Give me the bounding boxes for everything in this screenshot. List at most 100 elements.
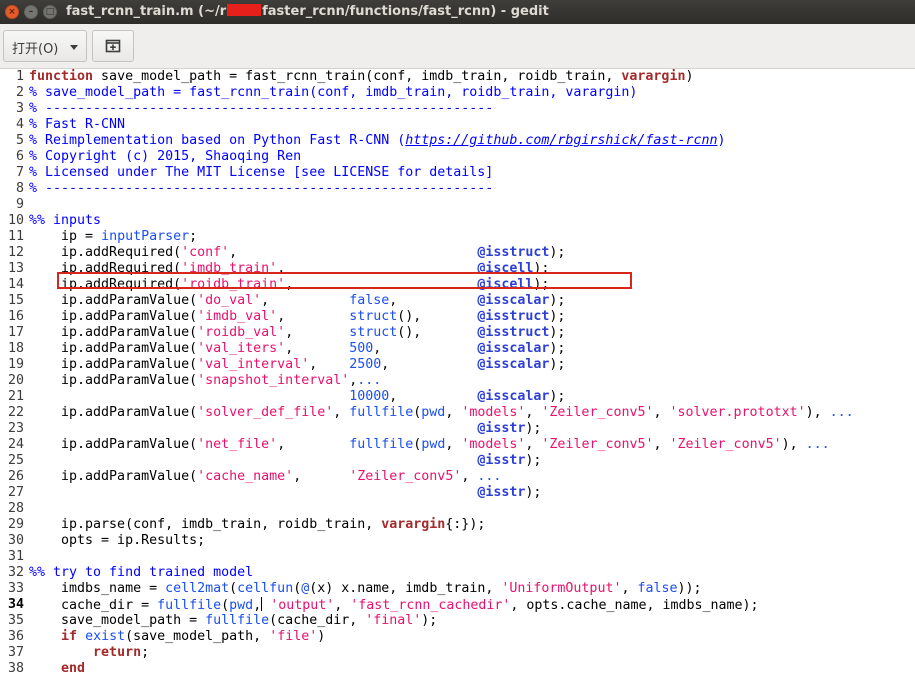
code-text[interactable]: cache_dir = fullfile(pwd, 'output', 'fas… <box>29 597 759 614</box>
code-line[interactable]: 32 %% try to find trained model <box>0 565 915 581</box>
code-text[interactable]: end <box>29 661 85 677</box>
code-line[interactable]: 33 imdbs_name = cell2mat(cellfun(@(x) x.… <box>0 581 915 597</box>
line-number: 27 <box>7 485 24 500</box>
code-text[interactable]: ip.addParamValue('snapshot_interval',... <box>29 373 381 389</box>
code-text[interactable]: opts = ip.Results; <box>29 533 205 549</box>
code-text[interactable]: @isstr); <box>29 421 541 437</box>
line-number: 30 <box>7 533 24 548</box>
code-line[interactable]: 22 ip.addParamValue('solver_def_file', f… <box>0 405 915 421</box>
chevron-down-icon[interactable] <box>70 45 78 50</box>
code-line[interactable]: 7 % Licensed under The MIT License [see L… <box>0 165 915 181</box>
code-line[interactable]: 4 % Fast R-CNN <box>0 117 915 133</box>
code-line[interactable]: 16 ip.addParamValue('imdb_val', struct()… <box>0 309 915 325</box>
code-text[interactable]: imdbs_name = cell2mat(cellfun(@(x) x.nam… <box>29 581 702 597</box>
code-text[interactable]: %% try to find trained model <box>29 565 253 581</box>
code-line[interactable]: 9 <box>0 197 915 213</box>
code-line[interactable]: 2 % save_model_path = fast_rcnn_train(con… <box>0 85 915 101</box>
line-number: 26 <box>7 469 24 484</box>
code-line[interactable]: 31 <box>0 549 915 565</box>
code-line[interactable]: 6 % Copyright (c) 2015, Shaoqing Ren <box>0 149 915 165</box>
code-text[interactable]: ip = inputParser; <box>29 229 197 245</box>
open-file-label: 打开(O) <box>12 42 59 57</box>
code-text[interactable]: ip.addRequired('conf', @isstruct); <box>29 245 565 261</box>
line-number: 4 <box>15 117 24 132</box>
code-line[interactable]: 18 ip.addParamValue('val_iters', 500, @i… <box>0 341 915 357</box>
code-text[interactable]: return; <box>29 645 149 661</box>
line-number: 8 <box>15 181 24 196</box>
line-number: 14 <box>7 277 24 292</box>
line-number: 5 <box>15 133 24 148</box>
code-text[interactable]: if exist(save_model_path, 'file') <box>29 629 325 645</box>
code-text[interactable]: ip.addParamValue('solver_def_file', full… <box>29 405 854 421</box>
code-text[interactable]: @isstr); <box>29 453 541 469</box>
code-line[interactable]: 26 ip.addParamValue('cache_name', 'Zeile… <box>0 469 915 485</box>
code-line[interactable]: 15 ip.addParamValue('do_val', false, @is… <box>0 293 915 309</box>
code-text[interactable]: @isstr); <box>29 485 541 501</box>
close-window-button[interactable]: × <box>5 5 19 19</box>
code-line[interactable]: 3 % -------------------------------------… <box>0 101 915 117</box>
code-line[interactable]: 20 ip.addParamValue('snapshot_interval',… <box>0 373 915 389</box>
line-number: 22 <box>7 405 24 420</box>
code-text[interactable]: % Reimplementation based on Python Fast … <box>29 133 726 149</box>
title-bar: × – □ fast_rcnn_train.m (~/r faster_rcnn/… <box>0 0 915 24</box>
code-line[interactable]: 34 cache_dir = fullfile(pwd, 'output', '… <box>0 597 915 613</box>
line-number: 17 <box>7 325 24 340</box>
code-line[interactable]: 21 10000, @isscalar); <box>0 389 915 405</box>
code-line[interactable]: 27 @isstr); <box>0 485 915 501</box>
code-text[interactable]: % Fast R-CNN <box>29 117 125 133</box>
code-line[interactable]: 11 ip = inputParser; <box>0 229 915 245</box>
code-text[interactable]: % --------------------------------------… <box>29 181 493 197</box>
code-text[interactable]: ip.addParamValue('val_iters', 500, @issc… <box>29 341 565 357</box>
code-line[interactable]: 38 end <box>0 661 915 677</box>
minimize-window-button[interactable]: – <box>24 5 38 19</box>
url-link[interactable]: https://github.com/rbgirshick/fast-rcnn <box>405 133 717 148</box>
text-cursor <box>261 597 263 611</box>
code-line[interactable]: 25 @isstr); <box>0 453 915 469</box>
line-number: 25 <box>7 453 24 468</box>
line-number: 9 <box>15 197 24 212</box>
code-text[interactable]: % Copyright (c) 2015, Shaoqing Ren <box>29 149 301 165</box>
code-text[interactable]: function save_model_path = fast_rcnn_tra… <box>29 69 693 85</box>
code-text[interactable]: ip.addParamValue('net_file', fullfile(pw… <box>29 437 830 453</box>
code-line[interactable]: 36 if exist(save_model_path, 'file') <box>0 629 915 645</box>
line-number: 32 <box>7 565 24 580</box>
code-text[interactable]: ip.addParamValue('do_val', false, @issca… <box>29 293 565 309</box>
code-text[interactable]: ip.addParamValue('roidb_val', struct(), … <box>29 325 565 341</box>
maximize-window-button[interactable]: □ <box>43 5 57 19</box>
line-number: 15 <box>7 293 24 308</box>
code-line[interactable]: 10 %% inputs <box>0 213 915 229</box>
code-line[interactable]: 23 @isstr); <box>0 421 915 437</box>
code-line[interactable]: 19 ip.addParamValue('val_interval', 2500… <box>0 357 915 373</box>
code-text[interactable]: save_model_path = fullfile(cache_dir, 'f… <box>29 613 437 629</box>
line-number: 6 <box>15 149 24 164</box>
code-text[interactable]: ip.parse(conf, imdb_train, roidb_train, … <box>29 517 485 533</box>
code-line[interactable]: 29 ip.parse(conf, imdb_train, roidb_trai… <box>0 517 915 533</box>
code-line[interactable]: 37 return; <box>0 645 915 661</box>
code-line[interactable]: 35 save_model_path = fullfile(cache_dir,… <box>0 613 915 629</box>
line-number: 3 <box>15 101 24 116</box>
line-number: 1 <box>15 69 24 84</box>
code-text[interactable]: ip.addParamValue('cache_name', 'Zeiler_c… <box>29 469 501 485</box>
code-text[interactable]: %% inputs <box>29 213 101 229</box>
line-number: 37 <box>7 645 24 660</box>
code-line[interactable]: 8 % -------------------------------------… <box>0 181 915 197</box>
code-editor[interactable]: 1 function save_model_path = fast_rcnn_tr… <box>0 69 915 678</box>
code-text[interactable]: % Licensed under The MIT License [see LI… <box>29 165 493 181</box>
line-number: 38 <box>7 661 24 676</box>
code-text[interactable]: ip.addParamValue('val_interval', 2500, @… <box>29 357 565 373</box>
line-number: 36 <box>7 629 24 644</box>
code-line[interactable]: 24 ip.addParamValue('net_file', fullfile… <box>0 437 915 453</box>
code-line[interactable]: 5 % Reimplementation based on Python Fast… <box>0 133 915 149</box>
code-line[interactable]: 12 ip.addRequired('conf', @isstruct); <box>0 245 915 261</box>
code-text[interactable]: % --------------------------------------… <box>29 101 493 117</box>
open-file-button[interactable]: 打开(O) <box>3 30 87 62</box>
new-document-button[interactable] <box>92 30 134 62</box>
line-number: 31 <box>7 549 24 564</box>
code-line[interactable]: 1 function save_model_path = fast_rcnn_tr… <box>0 69 915 85</box>
code-line[interactable]: 17 ip.addParamValue('roidb_val', struct(… <box>0 325 915 341</box>
code-text[interactable]: ip.addParamValue('imdb_val', struct(), @… <box>29 309 565 325</box>
code-text[interactable]: % save_model_path = fast_rcnn_train(conf… <box>29 85 637 101</box>
code-line[interactable]: 30 opts = ip.Results; <box>0 533 915 549</box>
code-text[interactable]: 10000, @isscalar); <box>29 389 565 405</box>
code-line[interactable]: 28 <box>0 501 915 517</box>
